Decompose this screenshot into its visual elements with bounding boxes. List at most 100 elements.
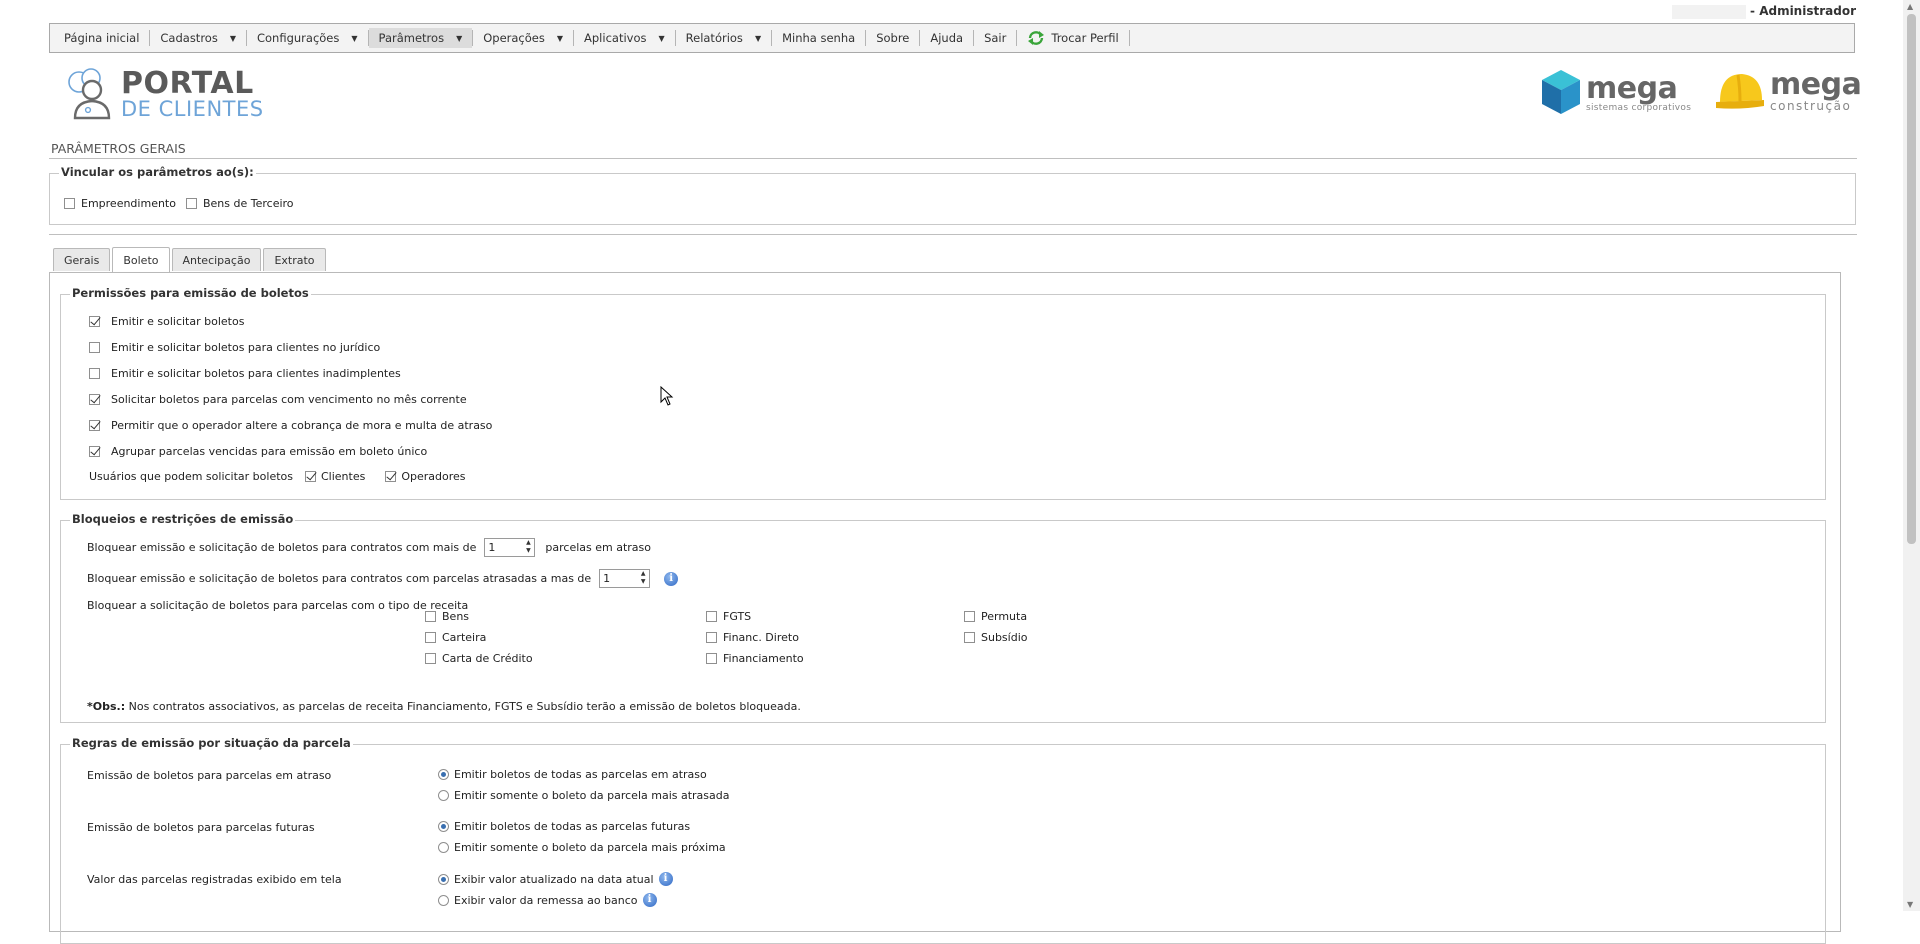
- receita-carta-credito-checkbox[interactable]: [425, 653, 436, 664]
- tab-gerais[interactable]: Gerais: [53, 248, 111, 271]
- obs-text: Nos contratos associativos, as parcelas …: [125, 700, 801, 713]
- dropdown-arrow-icon: ▼: [456, 33, 463, 43]
- menu-label: Página inicial: [64, 31, 140, 45]
- info-icon[interactable]: i: [658, 872, 673, 886]
- receita-bens-checkbox[interactable]: [425, 611, 436, 622]
- scroll-up-icon[interactable]: ▲: [1907, 2, 1913, 11]
- usuarios-solicitar-label: Usuários que podem solicitar boletos: [89, 470, 293, 483]
- stepper-down-icon[interactable]: ▼: [637, 578, 649, 586]
- receita-financ-direto-checkbox[interactable]: [706, 632, 717, 643]
- valor-remessa-label: Exibir valor da remessa ao banco: [454, 893, 638, 907]
- stepper-up-icon[interactable]: ▲: [637, 570, 649, 578]
- menu-separator: [1128, 30, 1130, 46]
- scroll-down-icon[interactable]: ▼: [1907, 900, 1913, 909]
- menu-ajuda[interactable]: Ajuda: [920, 28, 973, 48]
- dias-atraso-stepper[interactable]: 1 ▲ ▼: [599, 569, 651, 588]
- bloqueios-fieldset: Bloqueios e restrições de emissão Bloque…: [60, 512, 1826, 723]
- dias-atraso-value: 1: [603, 572, 611, 585]
- bens-terceiro-checkbox[interactable]: [185, 198, 197, 209]
- tipo-receita-label: Bloquear a solicitação de boletos para p…: [87, 599, 469, 612]
- refresh-icon: [1028, 31, 1045, 45]
- menu-label: Trocar Perfil: [1051, 31, 1119, 45]
- valor-atualizado-radio[interactable]: [438, 873, 449, 885]
- receita-financiamento-checkbox[interactable]: [706, 653, 717, 664]
- tab-label: Boleto: [123, 253, 159, 267]
- receita-carteira-checkbox[interactable]: [425, 632, 436, 643]
- bloquear-atrasadas-label: Bloquear emissão e solicitação de boleto…: [87, 572, 592, 585]
- futuras-todas-radio[interactable]: [438, 821, 449, 832]
- menu-pagina-inicial[interactable]: Página inicial: [54, 28, 149, 48]
- permissoes-legend: Permissões para emissão de boletos: [70, 286, 311, 300]
- menu-label: Ajuda: [930, 31, 964, 45]
- portal-logo-line1: PORTAL: [121, 65, 254, 101]
- receita-fgts-checkbox[interactable]: [706, 611, 717, 622]
- futuras-mais-proxima-radio[interactable]: [438, 842, 449, 853]
- stepper-up-icon[interactable]: ▲: [522, 539, 534, 547]
- tab-extrato[interactable]: Extrato: [263, 248, 326, 271]
- main-menu: Página inicial Cadastros ▼ Configurações ▼…: [49, 23, 1855, 53]
- menu-trocar-perfil[interactable]: Trocar Perfil: [1017, 28, 1128, 48]
- menu-parametros[interactable]: Parâmetros ▼: [368, 28, 473, 48]
- menu-minha-senha[interactable]: Minha senha: [772, 28, 865, 48]
- tab-label: Gerais: [64, 253, 100, 267]
- operadores-label: Operadores: [401, 470, 466, 483]
- valor-label: Valor das parcelas registradas exibido e…: [87, 873, 342, 886]
- menu-label: Sobre: [876, 31, 910, 45]
- agrupar-parcelas-checkbox[interactable]: [89, 446, 100, 457]
- menu-configuracoes[interactable]: Configurações ▼: [247, 28, 368, 48]
- parcelas-em-atraso-label: parcelas em atraso: [545, 541, 652, 554]
- atraso-mais-atrasada-radio[interactable]: [438, 790, 449, 801]
- empreendimento-label: Empreendimento: [81, 197, 176, 210]
- user-role: - Administrador: [1750, 4, 1856, 18]
- atraso-todas-radio[interactable]: [438, 769, 449, 780]
- menu-label: Configurações: [256, 31, 340, 45]
- receita-subsidio-label: Subsídio: [981, 631, 1028, 644]
- operadores-checkbox[interactable]: [385, 471, 397, 482]
- menu-cadastros[interactable]: Cadastros ▼: [150, 28, 246, 48]
- tab-antecipacao[interactable]: Antecipação: [171, 248, 262, 271]
- menu-operacoes[interactable]: Operações ▼: [473, 28, 573, 48]
- menu-sair[interactable]: Sair: [974, 28, 1016, 48]
- divider: [49, 158, 1857, 159]
- clientes-juridico-label: Emitir e solicitar boletos para clientes…: [111, 341, 381, 354]
- clientes-juridico-checkbox[interactable]: [89, 342, 100, 353]
- receita-permuta-checkbox[interactable]: [964, 611, 975, 622]
- receita-financiamento-label: Financiamento: [723, 652, 804, 665]
- tab-boleto[interactable]: Boleto: [112, 247, 170, 272]
- futuras-label: Emissão de boletos para parcelas futuras: [87, 821, 315, 834]
- divider: [49, 234, 1857, 235]
- valor-remessa-radio[interactable]: [438, 894, 449, 906]
- parcelas-atraso-stepper[interactable]: 1 ▲ ▼: [484, 538, 536, 557]
- empreendimento-checkbox[interactable]: [64, 198, 75, 209]
- info-icon[interactable]: i: [664, 571, 679, 586]
- emitir-solicitar-label: Emitir e solicitar boletos: [111, 315, 245, 328]
- info-icon[interactable]: i: [642, 893, 657, 907]
- altere-mora-multa-checkbox[interactable]: [89, 420, 100, 431]
- receita-carteira-label: Carteira: [442, 631, 487, 644]
- atraso-todas-label: Emitir boletos de todas as parcelas em a…: [454, 768, 707, 781]
- mega-cube-icon: [1542, 70, 1580, 114]
- clientes-inadimplentes-checkbox[interactable]: [89, 368, 100, 379]
- menu-relatorios[interactable]: Relatórios ▼: [676, 28, 771, 48]
- page-title: PARÂMETROS GERAIS: [51, 141, 186, 156]
- page-scrollbar[interactable]: ▲ ▼: [1903, 0, 1920, 911]
- menu-label: Aplicativos: [584, 31, 647, 45]
- futuras-mais-proxima-label: Emitir somente o boleto da parcela mais …: [454, 841, 726, 854]
- mega-construcao-sub: construção: [1770, 99, 1852, 113]
- clientes-checkbox[interactable]: [304, 471, 316, 482]
- receita-subsidio-checkbox[interactable]: [964, 632, 975, 643]
- emitir-solicitar-checkbox[interactable]: [89, 316, 100, 327]
- futuras-todas-label: Emitir boletos de todas as parcelas futu…: [454, 820, 691, 833]
- vincular-legend: Vincular os parâmetros ao(s):: [59, 165, 256, 179]
- atraso-label: Emissão de boletos para parcelas em atra…: [87, 769, 332, 782]
- stepper-down-icon[interactable]: ▼: [522, 547, 534, 555]
- menu-sobre[interactable]: Sobre: [866, 28, 919, 48]
- menu-label: Cadastros: [160, 31, 218, 45]
- vencimento-mes-corrente-checkbox[interactable]: [89, 394, 100, 405]
- scroll-thumb[interactable]: [1907, 14, 1916, 544]
- receita-carta-credito-label: Carta de Crédito: [442, 652, 533, 665]
- menu-aplicativos[interactable]: Aplicativos ▼: [574, 28, 675, 48]
- menu-label: Parâmetros: [378, 31, 445, 45]
- mega-sistemas-logo: mega sistemas corporativos: [1540, 68, 1691, 118]
- tab-label: Antecipação: [182, 253, 251, 267]
